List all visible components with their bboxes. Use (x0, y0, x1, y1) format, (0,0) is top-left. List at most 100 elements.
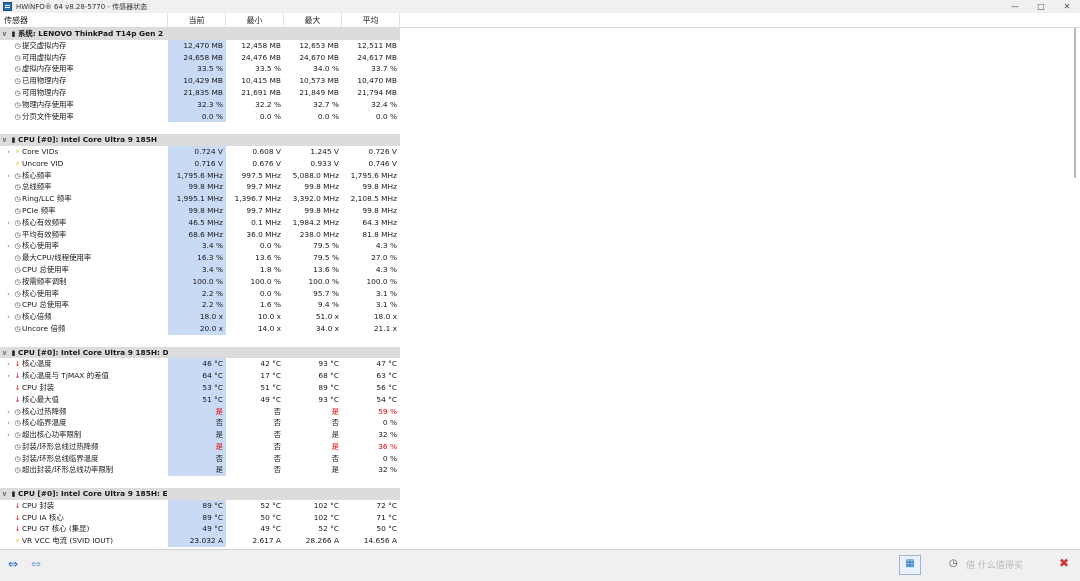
sensor-row[interactable]: › ⚡ Core VIDs 0.724 V 0.608 V 1.245 V 0.726 V (0, 145, 400, 158)
sensor-row[interactable]: ◷按需频率调制 100.0 % 100.0 % 100.0 % 100.0 % (0, 275, 400, 288)
sensor-row[interactable]: › ◷核心使用率 3.4 % 0.0 % 79.5 % 4.3 % (0, 240, 400, 253)
sensor-row[interactable]: ↓ CPU 封装 53 °C 51 °C 89 °C 56 °C (0, 381, 400, 394)
sensor-group-header[interactable]: ∨ ▮ CPU [#0]: Intel Core Ultra 9 185H: DTS (0, 346, 400, 359)
expand-chevron-icon[interactable]: › (4, 241, 13, 252)
expand-chevron-icon[interactable]: › (4, 418, 13, 429)
sensor-row[interactable]: › ↓ 核心温度与 TjMAX 的差值 64 °C 17 °C 68 °C 63 °C (0, 370, 400, 382)
current-value: 46 °C (168, 358, 226, 371)
sensor-row[interactable]: ◷总线频率 99.8 MHz 99.7 MHz 99.8 MHz 99.8 MHz (0, 181, 400, 194)
sensor-row[interactable]: ◷虚拟内存使用率 33.5 % 33.5 % 34.0 % 33.7 % (0, 63, 400, 76)
avg-value: 56 °C (376, 382, 397, 392)
current-value: 99.8 MHz (168, 204, 226, 217)
minimize-button[interactable]: — (1002, 0, 1028, 13)
sensor-row[interactable]: ↓ CPU IA 核心 89 °C 50 °C 102 °C 71 °C (0, 511, 400, 524)
max-value: 79.5 % (313, 241, 339, 251)
navigate-arrows-alt-icon[interactable]: ⇔ (26, 556, 46, 572)
sensor-row[interactable]: ◷最大CPU/线程使用率 16.3 % 13.6 % 79.5 % 27.0 % (0, 252, 400, 264)
collapse-chevron-icon[interactable]: ∨ (0, 489, 9, 500)
column-avg[interactable]: 平均 (342, 13, 400, 28)
current-value: 16.3 % (168, 252, 226, 264)
sensor-row[interactable]: › ◷核心过热降频是否是 59 % (0, 405, 400, 418)
collapse-chevron-icon[interactable]: ∨ (0, 135, 9, 146)
expand-chevron-icon[interactable]: › (4, 218, 13, 229)
sensor-row[interactable]: › ◷核心频率 1,795.6 MHz 997.5 MHz 5,088.0 MHz 1,7… (0, 169, 400, 182)
sensor-row[interactable]: ◷CPU 总使用率 2.2 % 1.6 % 9.4 % 3.1 % (0, 299, 400, 312)
column-max[interactable]: 最大 (284, 13, 342, 28)
sensor-row[interactable]: ◷CPU 总使用率 3.4 % 1.8 % 13.6 % 4.3 % (0, 263, 400, 276)
sensor-clock-icon: ◷ (14, 100, 21, 109)
sensor-label: CPU GT 核心 (集显) (22, 524, 90, 534)
sensor-group-header[interactable]: ∨ ▮ CPU [#0]: Intel Core Ultra 9 185H (0, 134, 400, 146)
sensor-name: › ◷核心使用率 (0, 288, 168, 300)
expand-chevron-icon[interactable]: › (4, 359, 13, 370)
sensor-clock-icon: ◷ (14, 171, 21, 180)
expand-chevron-icon[interactable]: › (4, 171, 13, 182)
sensor-row[interactable]: › ↓ 核心温度 46 °C 42 °C 93 °C 47 °C (0, 358, 400, 371)
sensor-row[interactable]: › ◷超出核心功率限制是否是 32 % (0, 429, 400, 441)
sensor-group-header[interactable]: ∨ ▮ 系统: LENOVO ThinkPad T14p Gen 2 (0, 28, 400, 40)
network-icon[interactable]: ▦ (899, 555, 921, 575)
sensor-label: 核心倍频 (22, 312, 52, 322)
sensor-row[interactable]: ⚡ Uncore VID 0.716 V 0.676 V 0.933 V 0.746 V (0, 157, 400, 170)
collapse-chevron-icon[interactable]: ∨ (0, 29, 9, 40)
sensor-row[interactable]: ↓ CPU 封装 89 °C 52 °C 102 °C 72 °C (0, 499, 400, 512)
sensor-row[interactable]: ◷可用虚拟内存 24,658 MB 24,476 MB 24,670 MB 24,617… (0, 51, 400, 64)
column-sensor[interactable]: 传感器 (0, 13, 168, 28)
min-value: 0.676 V (252, 158, 281, 168)
sensor-row[interactable]: › ◷核心临界温度否否否 0 % (0, 417, 400, 430)
sensor-row[interactable]: ◷PCIe 频率 99.8 MHz 99.7 MHz 99.8 MHz 99.8 MHz (0, 204, 400, 217)
close-sensors-icon[interactable]: ✖ (1055, 554, 1073, 572)
navigate-arrows-icon[interactable]: ⇔ (3, 556, 23, 572)
min-value: 51 °C (260, 382, 281, 392)
current-value: 12,470 MB (168, 39, 226, 52)
sensor-table: ∨ ▮ 系统: LENOVO ThinkPad T14p Gen 2 ◷提交虚拟内存 1… (0, 28, 400, 548)
sensor-row[interactable]: ◷封装/环形总线过热降频是否是 36 % (0, 440, 400, 453)
expand-chevron-icon[interactable]: › (4, 371, 13, 382)
vertical-scrollbar[interactable] (1073, 28, 1077, 548)
clock-icon[interactable]: ◷ (949, 558, 958, 569)
max-value: 28.266 A (305, 536, 339, 546)
min-value: 997.5 MHz (241, 170, 281, 180)
sensor-clock-icon: ◷ (14, 254, 21, 263)
min-value: 否 (273, 430, 281, 440)
sensor-row[interactable]: ◷超出封装/环形总线功率限制是否是 32 % (0, 464, 400, 477)
sensor-row[interactable]: ◷Ring/LLC 频率 1,995.1 MHz 1,396.7 MHz 3,392.… (0, 193, 400, 205)
maximize-button[interactable]: □ (1028, 0, 1054, 13)
sensor-clock-icon: ◷ (14, 77, 21, 86)
sensor-row[interactable]: ◷平均有效频率 68.6 MHz 36.0 MHz 238.0 MHz 81.8 MHz (0, 228, 400, 241)
sensor-row[interactable]: ◷物理内存使用率 32.3 % 32.2 % 32.7 % 32.4 % (0, 98, 400, 111)
column-min[interactable]: 最小 (226, 13, 284, 28)
avg-value: 18.0 x (373, 312, 397, 322)
close-button[interactable]: ✕ (1054, 0, 1080, 13)
expand-chevron-icon[interactable]: › (4, 289, 13, 300)
expand-chevron-icon[interactable]: › (4, 407, 13, 418)
group-title: ∨ ▮ CPU [#0]: Intel Core Ultra 9 185H: DTS (0, 347, 168, 359)
sensor-row[interactable]: ◷提交虚拟内存 12,470 MB 12,458 MB 12,653 MB 12,511… (0, 39, 400, 52)
expand-chevron-icon[interactable]: › (4, 147, 13, 158)
sensor-row[interactable]: ◷可用物理内存 21,835 MB 21,691 MB 21,849 MB 21,794… (0, 86, 400, 99)
sensor-row[interactable]: ◷封装/环形总线临界温度否否否 0 % (0, 452, 400, 465)
scrollbar-thumb[interactable] (1074, 28, 1076, 178)
sensor-name: › ◷核心过热降频 (0, 406, 168, 418)
sensor-row[interactable]: ◷分页文件使用率 0.0 % 0.0 % 0.0 % 0.0 % (0, 110, 400, 123)
expand-chevron-icon[interactable]: › (4, 312, 13, 323)
avg-value: 32.4 % (371, 99, 397, 109)
column-current[interactable]: 当前 (168, 13, 226, 28)
sensor-row[interactable]: ↓ 核心最大值 51 °C 49 °C 93 °C 54 °C (0, 393, 400, 406)
sensor-name: ⚡ VR VCC 电流 (SVID IOUT) (0, 535, 168, 547)
sensor-row[interactable]: ⚡ VR VCC 电流 (SVID IOUT) 23.032 A 2.617 A 28.… (0, 535, 400, 548)
current-value: 0.0 % (168, 110, 226, 123)
max-value: 238.0 MHz (299, 229, 339, 239)
expand-chevron-icon[interactable]: › (4, 430, 13, 441)
collapse-chevron-icon[interactable]: ∨ (0, 348, 9, 359)
sensor-row[interactable]: › ◷核心使用率 2.2 % 0.0 % 95.7 % 3.1 % (0, 287, 400, 300)
sensor-group-header[interactable]: ∨▮CPU [#0]: Intel Core Ultra 9 185H: Enh… (0, 488, 400, 500)
sensor-name: › ◷核心频率 (0, 170, 168, 182)
sensor-row[interactable]: ↓ CPU GT 核心 (集显) 49 °C 49 °C 52 °C 50 °C (0, 523, 400, 536)
avg-value: 12,511 MB (357, 40, 397, 50)
sensor-row[interactable]: › ◷核心有效频率 46.5 MHz 0.1 MHz 1,984.2 MHz 64.3 M… (0, 216, 400, 229)
sensor-row[interactable]: ◷已用物理内存 10,429 MB 10,415 MB 10,573 MB 10,470… (0, 75, 400, 87)
current-value: 0.724 V (168, 145, 226, 158)
sensor-row[interactable]: › ◷核心倍频 18.0 x 10.0 x 51.0 x 18.0 x (0, 311, 400, 323)
sensor-row[interactable]: ◷Uncore 倍频 20.0 x 14.0 x 34.0 x 21.1 x (0, 322, 400, 335)
